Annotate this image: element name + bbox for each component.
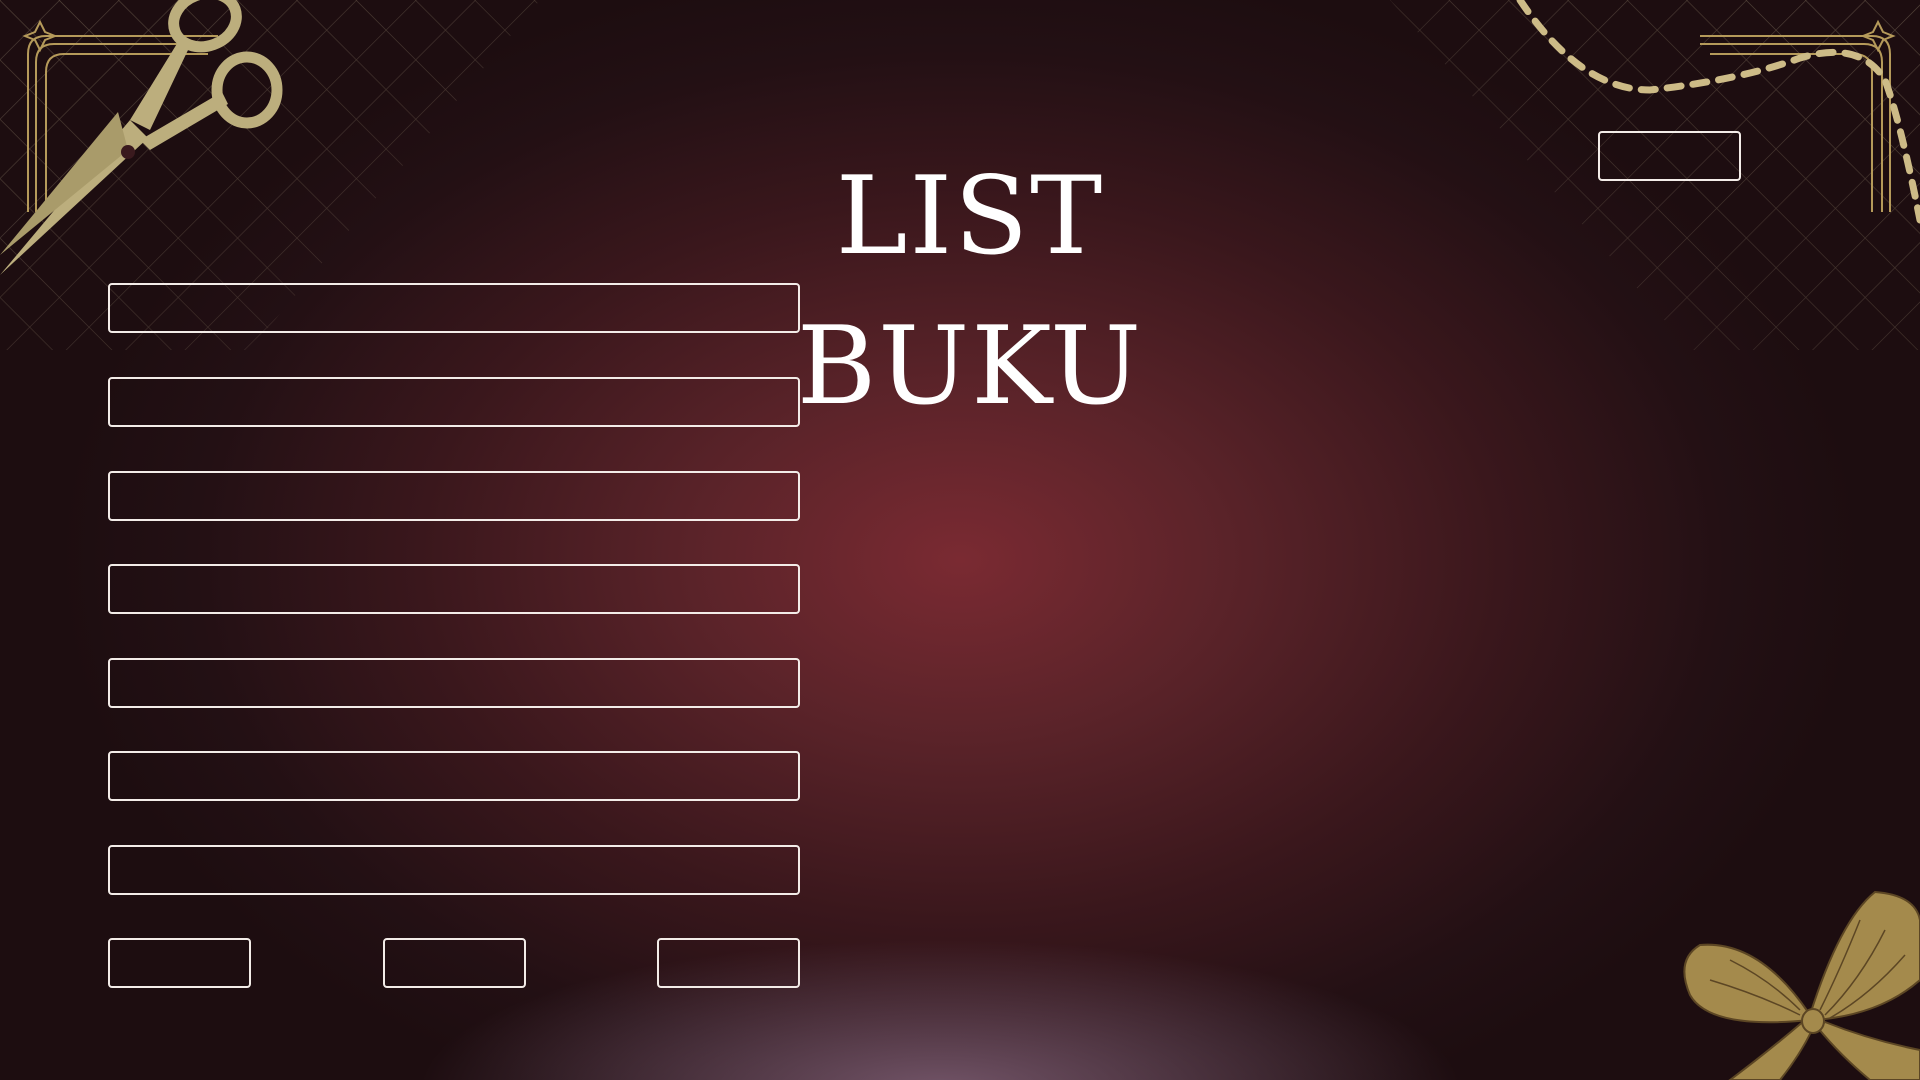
corner-ornament-icon bbox=[1700, 19, 1896, 212]
dotted-thread bbox=[1516, 0, 1920, 224]
form-button-3[interactable] bbox=[657, 938, 800, 988]
book-field-1[interactable] bbox=[108, 283, 800, 333]
scissors-icon bbox=[0, 0, 283, 275]
book-field-3[interactable] bbox=[108, 471, 800, 521]
book-field-2[interactable] bbox=[108, 377, 800, 427]
book-field-7[interactable] bbox=[108, 845, 800, 895]
ribbon-bow-icon bbox=[1683, 890, 1920, 1080]
book-field-5[interactable] bbox=[108, 658, 800, 708]
top-right-button[interactable] bbox=[1598, 131, 1741, 181]
book-field-4[interactable] bbox=[108, 564, 800, 614]
corner-ornament-icon bbox=[22, 19, 218, 212]
form-button-1[interactable] bbox=[108, 938, 251, 988]
book-field-6[interactable] bbox=[108, 751, 800, 801]
form-button-2[interactable] bbox=[383, 938, 526, 988]
page-title: LIST BUKU bbox=[796, 154, 1144, 430]
